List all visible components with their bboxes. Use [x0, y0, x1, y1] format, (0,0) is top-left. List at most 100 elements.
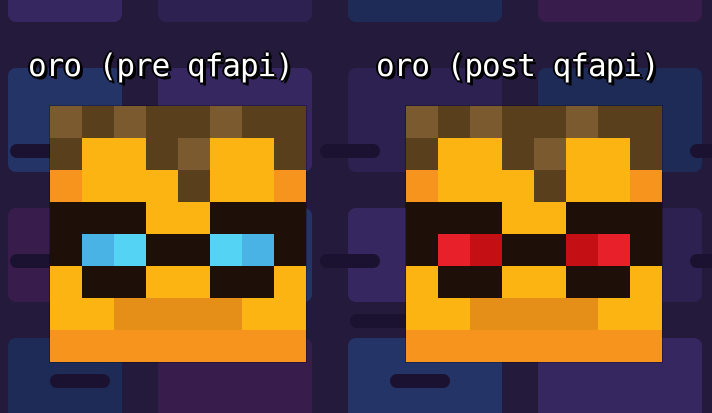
- skin-pixel: [406, 266, 438, 298]
- hair-pixel: [50, 138, 82, 170]
- mouth-pixel: [566, 298, 598, 330]
- hair-pixel: [406, 138, 438, 170]
- skin-pixel: [82, 298, 114, 330]
- skin-shade-pixel: [470, 330, 502, 362]
- shadow-pixel: [114, 266, 146, 298]
- skin-shade-pixel: [598, 330, 630, 362]
- shadow-pixel: [406, 202, 438, 234]
- skin-shade-pixel: [210, 330, 242, 362]
- skin-pixel: [598, 298, 630, 330]
- shadow-pixel: [534, 234, 566, 266]
- skin-pixel: [630, 298, 662, 330]
- skin-pixel: [114, 170, 146, 202]
- skin-pixel: [630, 266, 662, 298]
- mouth-pixel: [178, 298, 210, 330]
- caption-post-qfapi: oro (post qfapi): [376, 48, 660, 84]
- skin-shade-pixel: [630, 170, 662, 202]
- shadow-pixel: [82, 202, 114, 234]
- shadow-pixel: [178, 234, 210, 266]
- hair-pixel: [114, 106, 146, 138]
- shadow-pixel: [114, 202, 146, 234]
- skin-pixel: [534, 202, 566, 234]
- hair-pixel: [82, 106, 114, 138]
- skin-pixel: [406, 298, 438, 330]
- hair-pixel: [630, 138, 662, 170]
- mouth-pixel: [146, 298, 178, 330]
- shadow-pixel: [210, 266, 242, 298]
- mouth-pixel: [470, 298, 502, 330]
- skin-pixel: [82, 138, 114, 170]
- skin-pixel: [146, 170, 178, 202]
- skin-pixel: [502, 202, 534, 234]
- blue-eye-pixel: [242, 234, 274, 266]
- hair-pixel: [566, 106, 598, 138]
- red-eye-pixel: [470, 234, 502, 266]
- hair-pixel: [242, 106, 274, 138]
- skin-pixel: [210, 138, 242, 170]
- skin-pixel: [566, 170, 598, 202]
- skin-pixel: [598, 138, 630, 170]
- skin-shade-pixel: [274, 170, 306, 202]
- shadow-pixel: [274, 202, 306, 234]
- shadow-pixel: [630, 202, 662, 234]
- mouth-pixel: [534, 298, 566, 330]
- skin-shade-pixel: [242, 330, 274, 362]
- skin-pixel: [502, 266, 534, 298]
- hair-pixel: [438, 106, 470, 138]
- hair-pixel: [470, 106, 502, 138]
- skin-shade-pixel: [566, 330, 598, 362]
- skin-shade-pixel: [50, 330, 82, 362]
- skin-pixel: [502, 170, 534, 202]
- hair-pixel: [534, 170, 566, 202]
- skin-pixel: [438, 298, 470, 330]
- shadow-pixel: [470, 266, 502, 298]
- head-post-qfapi: [406, 106, 662, 362]
- shadow-pixel: [566, 202, 598, 234]
- skin-pixel: [274, 298, 306, 330]
- skin-pixel: [566, 138, 598, 170]
- hair-pixel: [630, 106, 662, 138]
- shadow-pixel: [470, 202, 502, 234]
- hair-pixel: [178, 170, 210, 202]
- skin-shade-pixel: [502, 330, 534, 362]
- hair-pixel: [502, 106, 534, 138]
- hair-pixel: [502, 138, 534, 170]
- skin-shade-pixel: [146, 330, 178, 362]
- skin-pixel: [50, 298, 82, 330]
- shadow-pixel: [210, 202, 242, 234]
- skin-pixel: [146, 202, 178, 234]
- hair-pixel: [406, 106, 438, 138]
- shadow-pixel: [50, 234, 82, 266]
- skin-pixel: [242, 170, 274, 202]
- skin-pixel: [178, 266, 210, 298]
- blue-eye-pixel: [210, 234, 242, 266]
- mouth-pixel: [502, 298, 534, 330]
- skin-pixel: [82, 170, 114, 202]
- skin-pixel: [146, 266, 178, 298]
- shadow-pixel: [566, 266, 598, 298]
- skin-pixel: [114, 138, 146, 170]
- skin-pixel: [534, 266, 566, 298]
- shadow-pixel: [242, 202, 274, 234]
- skin-pixel: [242, 138, 274, 170]
- hair-pixel: [274, 106, 306, 138]
- hair-pixel: [534, 138, 566, 170]
- skin-shade-pixel: [630, 330, 662, 362]
- skin-shade-pixel: [114, 330, 146, 362]
- hair-pixel: [178, 138, 210, 170]
- hair-pixel: [146, 106, 178, 138]
- blue-eye-pixel: [114, 234, 146, 266]
- shadow-pixel: [146, 234, 178, 266]
- hair-pixel: [146, 138, 178, 170]
- mouth-pixel: [114, 298, 146, 330]
- skin-pixel: [438, 138, 470, 170]
- hair-pixel: [210, 106, 242, 138]
- shadow-pixel: [274, 234, 306, 266]
- shadow-pixel: [242, 266, 274, 298]
- hair-pixel: [598, 106, 630, 138]
- skin-pixel: [470, 170, 502, 202]
- caption-pre-qfapi: oro (pre qfapi): [28, 48, 294, 84]
- red-eye-pixel: [438, 234, 470, 266]
- skin-pixel: [598, 170, 630, 202]
- skin-shade-pixel: [406, 330, 438, 362]
